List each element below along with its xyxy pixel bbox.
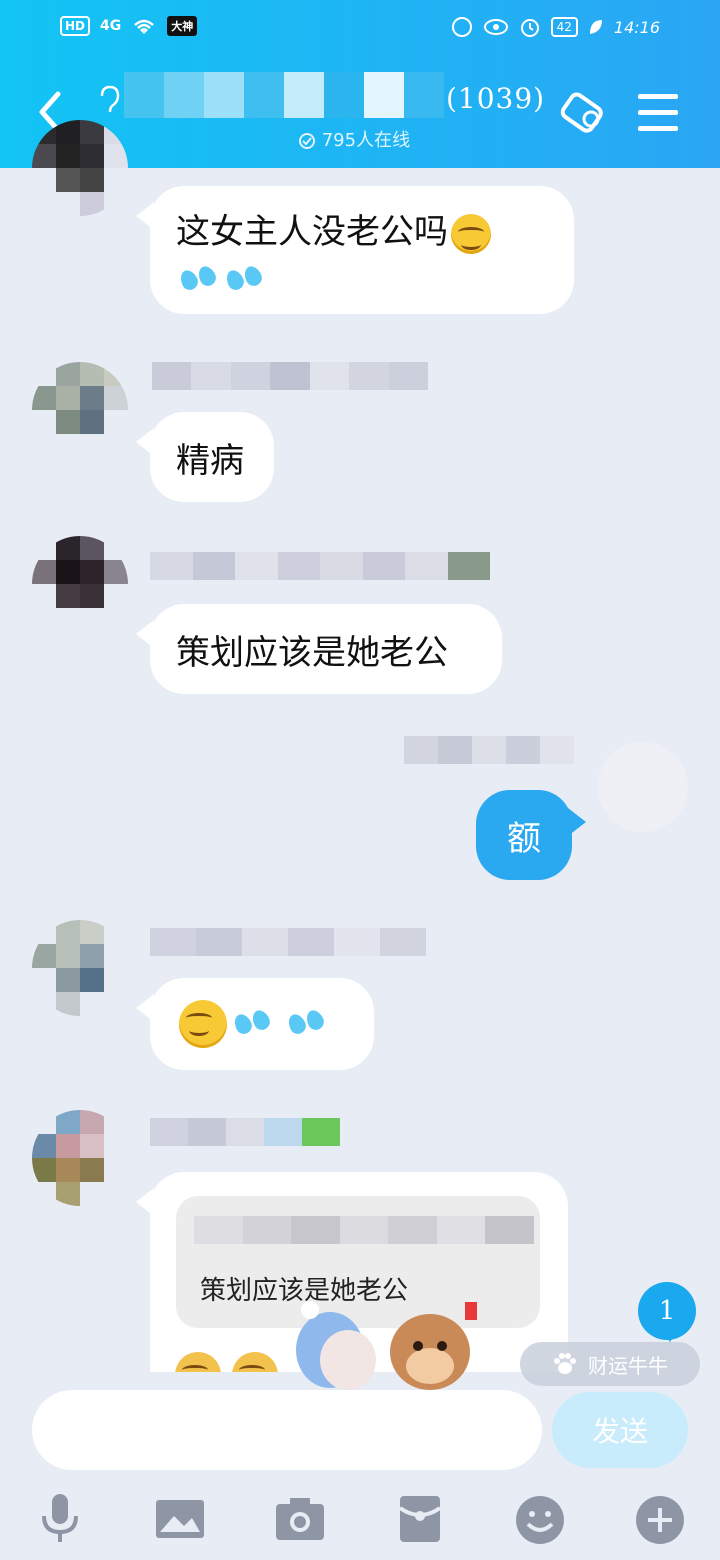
camera-icon[interactable] [270, 1488, 330, 1548]
sender-name-blurred [150, 928, 426, 956]
red-packet-icon[interactable] [390, 1488, 450, 1548]
pet-label: 财运牛牛 [588, 1353, 668, 1378]
message-text: 策划应该是她老公 [176, 632, 448, 673]
quoted-sender-blurred [194, 1216, 535, 1244]
paw-icon [554, 1353, 576, 1374]
signal-indicator: 4G [100, 18, 122, 34]
self-name-blurred [404, 736, 574, 764]
ear-mode-icon [96, 84, 120, 123]
grin-emoji-icon [179, 1000, 227, 1048]
sweat-emoji-icon [287, 1000, 335, 1048]
send-button[interactable]: 发送 [552, 1392, 688, 1468]
emoji-icon[interactable] [510, 1488, 570, 1548]
battery-indicator: 42 [550, 17, 578, 37]
mic-icon[interactable] [30, 1488, 90, 1548]
menu-icon[interactable] [632, 84, 688, 140]
sender-name-blurred [150, 552, 490, 580]
avatar[interactable] [32, 120, 128, 216]
sweat-emoji-icon [225, 256, 265, 296]
sweat-emoji-icon [233, 1000, 281, 1048]
message-bubble-self[interactable]: 额 [476, 790, 586, 880]
app-badge: 大神 [167, 16, 198, 36]
grin-emoji-icon [232, 1352, 279, 1372]
online-icon [299, 133, 315, 149]
avatar[interactable] [32, 920, 128, 1016]
input-toolbar [0, 1480, 720, 1560]
group-member-count: (1039) [446, 82, 546, 115]
wifi-icon [134, 19, 155, 34]
unread-count-badge[interactable]: 1 [638, 1282, 696, 1342]
hd-indicator: HD [60, 16, 91, 36]
plus-icon[interactable] [630, 1488, 690, 1548]
message-text-line: 这女主人没老公吗 [176, 204, 494, 254]
alarm-icon [520, 19, 539, 37]
avatar[interactable] [32, 1110, 128, 1206]
pet-tag[interactable]: 财运牛牛 [520, 1342, 700, 1386]
status-left: HD 4G 大神 [60, 16, 198, 36]
reply-emoji-row [172, 1352, 292, 1372]
clock: 14:16 [613, 17, 660, 37]
message-emoji-line [176, 254, 268, 296]
avatar[interactable] [32, 536, 128, 632]
message-text: 这女主人没老公吗 [176, 212, 448, 252]
sync-icon [451, 17, 472, 37]
sender-name-blurred [150, 1118, 340, 1146]
self-avatar[interactable] [598, 742, 688, 832]
sender-name-blurred [152, 362, 428, 390]
message-bubble[interactable]: 这女主人没老公吗 [136, 186, 574, 314]
message-text: 精病 [176, 440, 244, 481]
online-count: 795人在线 [321, 130, 411, 151]
sweat-emoji-icon [179, 256, 219, 296]
group-name-blurred [124, 72, 444, 118]
online-status: 795人在线 [298, 126, 410, 152]
avatar[interactable] [32, 362, 128, 458]
grin-emoji-icon [175, 1352, 221, 1372]
message-bubble[interactable] [136, 978, 374, 1070]
leaf-icon [589, 20, 602, 34]
message-text: 额 [507, 818, 541, 859]
status-bar: HD 4G 大神 42 14:16 [0, 0, 720, 56]
eye-icon [483, 19, 508, 35]
grin-emoji-icon [451, 214, 491, 254]
tag-icon[interactable] [554, 86, 610, 142]
message-bubble[interactable]: 策划应该是她老公 [136, 604, 502, 694]
pet-sticker-icon [296, 1301, 477, 1390]
message-input[interactable] [32, 1390, 542, 1470]
image-icon[interactable] [150, 1488, 210, 1548]
message-bubble[interactable]: 精病 [136, 412, 274, 502]
status-right: 42 14:16 [451, 16, 660, 38]
